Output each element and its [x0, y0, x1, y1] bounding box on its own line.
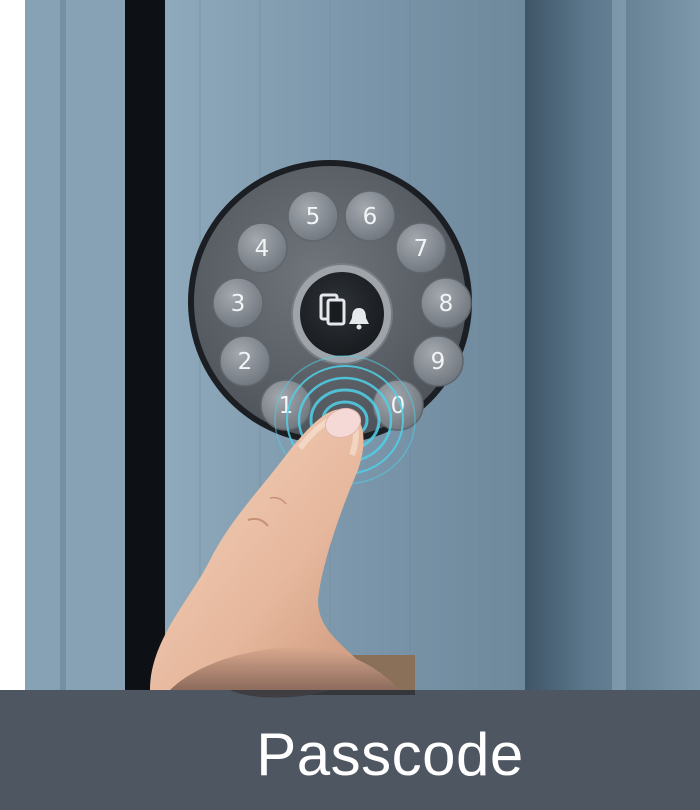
- key-4[interactable]: 4: [236, 222, 288, 274]
- center-button[interactable]: [291, 263, 393, 365]
- key-4-label: 4: [255, 236, 270, 262]
- key-6[interactable]: 6: [344, 190, 396, 242]
- caption-title: Passcode: [256, 720, 524, 788]
- door-frame-left: [25, 0, 125, 690]
- caption-bar: Passcode: [0, 690, 700, 810]
- key-1-label: 1: [279, 393, 294, 419]
- key-7-label: 7: [414, 236, 429, 262]
- key-2[interactable]: 2: [219, 335, 271, 387]
- key-9-label: 9: [431, 349, 446, 375]
- key-9[interactable]: 9: [412, 335, 464, 387]
- key-5-label: 5: [306, 204, 321, 230]
- key-8[interactable]: 8: [420, 277, 472, 329]
- smart-lock-photo: 1 2 3 4 5 6 7 8 9 0: [0, 0, 700, 810]
- key-3-label: 3: [231, 291, 246, 317]
- key-6-label: 6: [363, 204, 378, 230]
- photo-scene: 1 2 3 4 5 6 7 8 9 0 Passcode: [0, 0, 700, 810]
- key-3[interactable]: 3: [212, 277, 264, 329]
- key-2-label: 2: [238, 349, 253, 375]
- key-8-label: 8: [439, 291, 454, 317]
- door-gap: [125, 0, 165, 690]
- key-1[interactable]: 1: [260, 379, 312, 431]
- key-5[interactable]: 5: [287, 190, 339, 242]
- key-7[interactable]: 7: [395, 222, 447, 274]
